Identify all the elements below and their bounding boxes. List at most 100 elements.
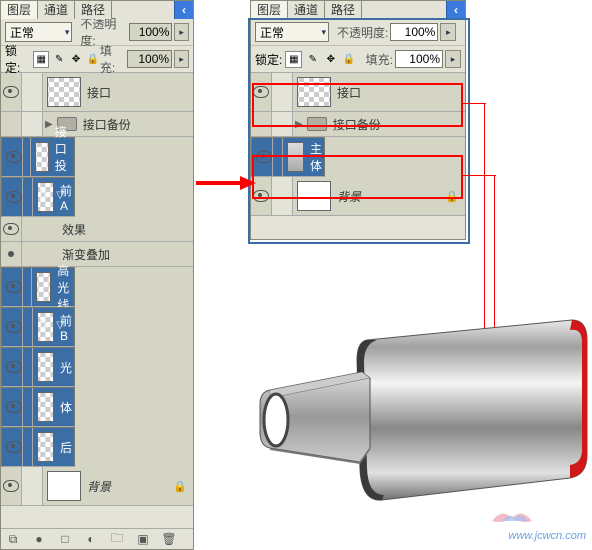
layer-row[interactable]: 效果 bbox=[1, 217, 193, 242]
visibility-toggle[interactable] bbox=[6, 268, 23, 306]
link-col[interactable] bbox=[23, 388, 33, 426]
link-col[interactable] bbox=[22, 467, 43, 505]
layer-row[interactable]: 接口 bbox=[1, 73, 193, 112]
opacity-value[interactable]: 100% bbox=[390, 23, 438, 41]
layer-thumbnail[interactable] bbox=[287, 142, 304, 172]
layer-thumbnail[interactable] bbox=[37, 392, 54, 422]
layer-row[interactable]: 背景🔒 bbox=[1, 467, 193, 506]
link-col[interactable] bbox=[272, 177, 293, 215]
fx-badge[interactable]: fx bbox=[39, 319, 48, 331]
blend-mode-select[interactable]: 正常▾ bbox=[5, 22, 72, 42]
opacity-value[interactable]: 100% bbox=[129, 23, 173, 41]
fill-value[interactable]: 100% bbox=[395, 50, 443, 68]
layer-name[interactable]: 接口 bbox=[87, 84, 111, 101]
delete-layer-icon[interactable]: 🗑 bbox=[161, 531, 177, 547]
visibility-toggle[interactable] bbox=[251, 112, 272, 136]
lock-position-icon[interactable]: ✥ bbox=[323, 52, 338, 67]
lock-all-icon[interactable]: 🔒 bbox=[341, 52, 356, 67]
visibility-toggle[interactable] bbox=[6, 308, 23, 346]
layer-thumbnail[interactable] bbox=[37, 432, 54, 462]
blend-mode-select[interactable]: 正常▾ bbox=[255, 22, 329, 42]
disclosure-triangle-icon[interactable]: ▶ bbox=[45, 119, 53, 130]
visibility-toggle[interactable] bbox=[1, 112, 22, 136]
layer-row[interactable]: 后 bbox=[1, 427, 75, 467]
layer-thumbnail[interactable] bbox=[47, 77, 81, 107]
fill-flyout[interactable]: ▸ bbox=[445, 50, 461, 68]
fx-disclosure-icon[interactable]: ▽ bbox=[56, 190, 64, 201]
link-col[interactable] bbox=[272, 73, 293, 111]
link-col[interactable] bbox=[23, 428, 33, 466]
visibility-toggle[interactable] bbox=[1, 73, 22, 111]
lock-all-icon[interactable]: 🔒 bbox=[86, 52, 100, 67]
visibility-toggle[interactable] bbox=[6, 428, 23, 466]
opacity-flyout[interactable]: ▸ bbox=[440, 23, 456, 41]
visibility-toggle[interactable] bbox=[6, 348, 23, 386]
visibility-toggle[interactable] bbox=[6, 178, 23, 216]
link-col[interactable] bbox=[23, 138, 31, 176]
layer-row[interactable]: 光 bbox=[1, 347, 75, 387]
tab-paths[interactable]: 路径 bbox=[75, 1, 112, 19]
layer-name[interactable]: 接口备份 bbox=[83, 116, 131, 133]
layer-row[interactable]: 前Bfx▽ bbox=[1, 307, 75, 347]
layer-name[interactable]: 渐变叠加 bbox=[62, 246, 110, 263]
fill-flyout[interactable]: ▸ bbox=[174, 50, 189, 68]
visibility-toggle[interactable] bbox=[6, 138, 23, 176]
layer-row[interactable]: 主体 bbox=[251, 137, 325, 177]
layer-name[interactable]: 后 bbox=[60, 439, 72, 456]
disclosure-triangle-icon[interactable]: ▶ bbox=[295, 119, 303, 130]
layer-name[interactable]: 背景 bbox=[337, 188, 361, 205]
lock-pixels-icon[interactable]: ✎ bbox=[305, 52, 320, 67]
layer-name[interactable]: 背景 bbox=[87, 478, 111, 495]
visibility-toggle[interactable] bbox=[1, 467, 22, 505]
visibility-toggle[interactable] bbox=[1, 242, 22, 266]
visibility-toggle[interactable] bbox=[256, 138, 273, 176]
layer-row[interactable]: ▶ 接口备份 bbox=[251, 112, 465, 137]
link-col[interactable] bbox=[23, 348, 33, 386]
minimize-icon[interactable]: ‹ bbox=[174, 1, 193, 19]
adjustment-layer-icon[interactable]: ◐ bbox=[83, 531, 99, 547]
opacity-flyout[interactable]: ▸ bbox=[174, 23, 189, 41]
link-layers-icon[interactable]: ⧉ bbox=[5, 531, 21, 547]
visibility-toggle[interactable] bbox=[251, 73, 272, 111]
layer-thumbnail[interactable] bbox=[297, 181, 331, 211]
link-col[interactable] bbox=[23, 268, 32, 306]
link-col[interactable] bbox=[273, 138, 283, 176]
visibility-toggle[interactable] bbox=[1, 217, 22, 241]
layer-name[interactable]: 接口 bbox=[337, 84, 361, 101]
layer-row[interactable]: 接口 bbox=[251, 73, 465, 112]
lock-transparency-icon[interactable]: ▦ bbox=[285, 51, 302, 68]
layer-thumbnail[interactable] bbox=[297, 77, 331, 107]
link-col[interactable] bbox=[272, 112, 293, 136]
layer-thumbnail[interactable] bbox=[47, 471, 81, 501]
tab-paths[interactable]: 路径 bbox=[325, 1, 362, 19]
link-col[interactable] bbox=[23, 178, 33, 216]
link-col[interactable] bbox=[22, 112, 43, 136]
layer-name[interactable]: 主体 bbox=[310, 140, 322, 174]
layer-thumbnail[interactable] bbox=[35, 142, 49, 172]
fx-disclosure-icon[interactable]: ▽ bbox=[56, 320, 64, 331]
link-col[interactable] bbox=[23, 308, 33, 346]
lock-position-icon[interactable]: ✥ bbox=[69, 52, 83, 67]
tab-layers[interactable]: 图层 bbox=[251, 1, 288, 19]
layer-row[interactable]: 渐变叠加 bbox=[1, 242, 193, 267]
layer-thumbnail[interactable] bbox=[36, 272, 51, 302]
layer-name[interactable]: 光 bbox=[60, 359, 72, 376]
minimize-icon[interactable]: ‹ bbox=[446, 1, 465, 19]
layer-name[interactable]: 接口备份 bbox=[333, 116, 381, 133]
new-group-icon[interactable]: 🗀 bbox=[109, 531, 125, 547]
link-col[interactable] bbox=[22, 73, 43, 111]
tab-channels[interactable]: 通道 bbox=[288, 1, 325, 19]
lock-transparency-icon[interactable]: ▦ bbox=[33, 51, 49, 68]
fill-value[interactable]: 100% bbox=[127, 50, 172, 68]
layer-mask-icon[interactable]: □ bbox=[57, 531, 73, 547]
layer-row[interactable]: 体 bbox=[1, 387, 75, 427]
new-layer-icon[interactable]: ▣ bbox=[135, 531, 151, 547]
visibility-toggle[interactable] bbox=[6, 388, 23, 426]
layer-row[interactable]: 高光线 bbox=[1, 267, 75, 307]
layer-row[interactable]: ▶ 接口备份 bbox=[1, 112, 193, 137]
layer-name[interactable]: 效果 bbox=[62, 221, 86, 238]
layer-name[interactable]: 体 bbox=[60, 399, 72, 416]
layer-row[interactable]: 背景🔒 bbox=[251, 177, 465, 216]
layer-row[interactable]: 前Afx▽ bbox=[1, 177, 75, 217]
layer-name[interactable]: 高光线 bbox=[57, 262, 72, 313]
